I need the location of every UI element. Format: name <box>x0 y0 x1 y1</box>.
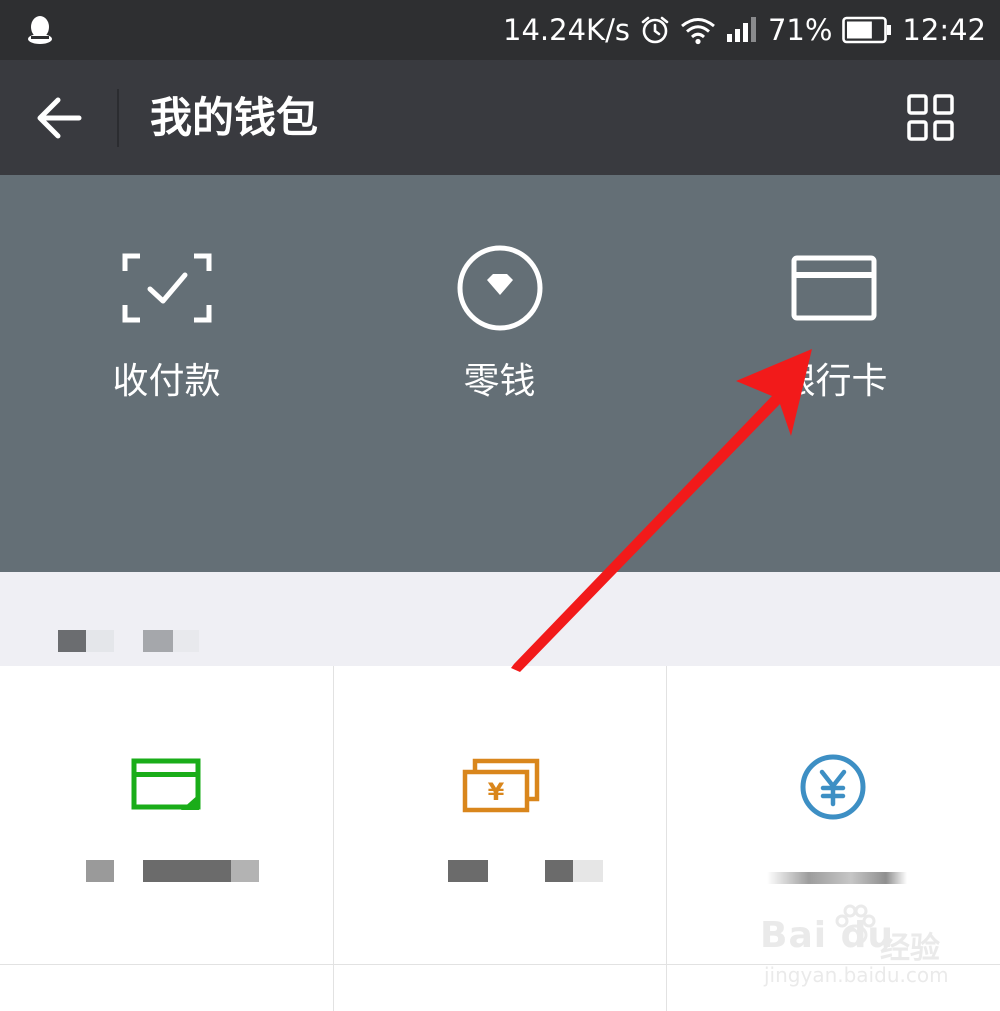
watermark-brand: Bai du <box>760 915 895 956</box>
bank-card-icon <box>791 255 877 325</box>
bank-card-button[interactable]: 银行卡 <box>667 175 1000 572</box>
obscured-text-block <box>58 630 86 652</box>
scan-check-icon <box>122 253 212 327</box>
obscured-text-block <box>573 860 603 882</box>
section-header <box>0 572 1000 666</box>
receive-pay-label: 收付款 <box>112 361 221 402</box>
clock-time: 12:42 <box>902 13 986 47</box>
diamond-coin-icon <box>455 243 545 337</box>
bank-card-label: 银行卡 <box>779 361 888 402</box>
back-arrow-icon <box>34 97 84 145</box>
status-indicators: 14.24K/s 71% 12:42 <box>503 0 986 60</box>
more-menu-button[interactable] <box>906 93 956 143</box>
obscured-text-block <box>173 630 199 652</box>
wifi-icon <box>680 15 716 45</box>
qq-icon <box>24 14 56 50</box>
obscured-text-block <box>86 630 114 652</box>
watermark-url: jingyan.baidu.com <box>764 963 949 987</box>
obscured-text-block <box>231 860 259 882</box>
yuan-circle-icon <box>798 752 868 826</box>
service-card-transfer[interactable] <box>0 666 333 964</box>
baidu-watermark: Bai du 经验 jingyan.baidu.com <box>760 904 960 1000</box>
wallet-screen: 14.24K/s 71% 12:42 我的钱包 收付款 零钱 银行卡 ¥ Bai… <box>0 0 1000 1011</box>
grid-divider <box>666 666 667 1011</box>
change-balance-label: 零钱 <box>463 361 536 402</box>
change-balance-button[interactable]: 零钱 <box>333 175 666 572</box>
battery-percent: 71% <box>767 13 833 47</box>
obscured-text-block <box>143 630 173 652</box>
alarm-icon <box>640 15 670 45</box>
header-divider <box>117 89 119 147</box>
svg-text:¥: ¥ <box>488 778 505 806</box>
signal-icon <box>726 17 758 43</box>
service-card-money[interactable]: ¥ <box>333 666 666 964</box>
battery-icon <box>842 16 892 44</box>
wallet-top-panel: 收付款 零钱 银行卡 <box>0 175 1000 572</box>
green-card-icon <box>131 758 203 818</box>
obscured-text-block <box>767 872 907 884</box>
obscured-text-block <box>143 860 231 882</box>
grid-menu-icon <box>906 94 956 147</box>
obscured-text-block <box>545 860 573 882</box>
obscured-text-block <box>86 860 114 882</box>
obscured-text-block <box>448 860 488 882</box>
grid-divider <box>333 666 334 1011</box>
nav-header: 我的钱包 <box>0 60 1000 175</box>
status-bar: 14.24K/s 71% 12:42 <box>0 0 1000 60</box>
network-speed: 14.24K/s <box>503 13 630 47</box>
receive-pay-button[interactable]: 收付款 <box>0 175 333 572</box>
watermark-brand-cn: 经验 <box>880 931 940 966</box>
back-button[interactable] <box>34 95 84 141</box>
yuan-notes-icon: ¥ <box>462 758 540 818</box>
page-title: 我的钱包 <box>150 93 319 142</box>
